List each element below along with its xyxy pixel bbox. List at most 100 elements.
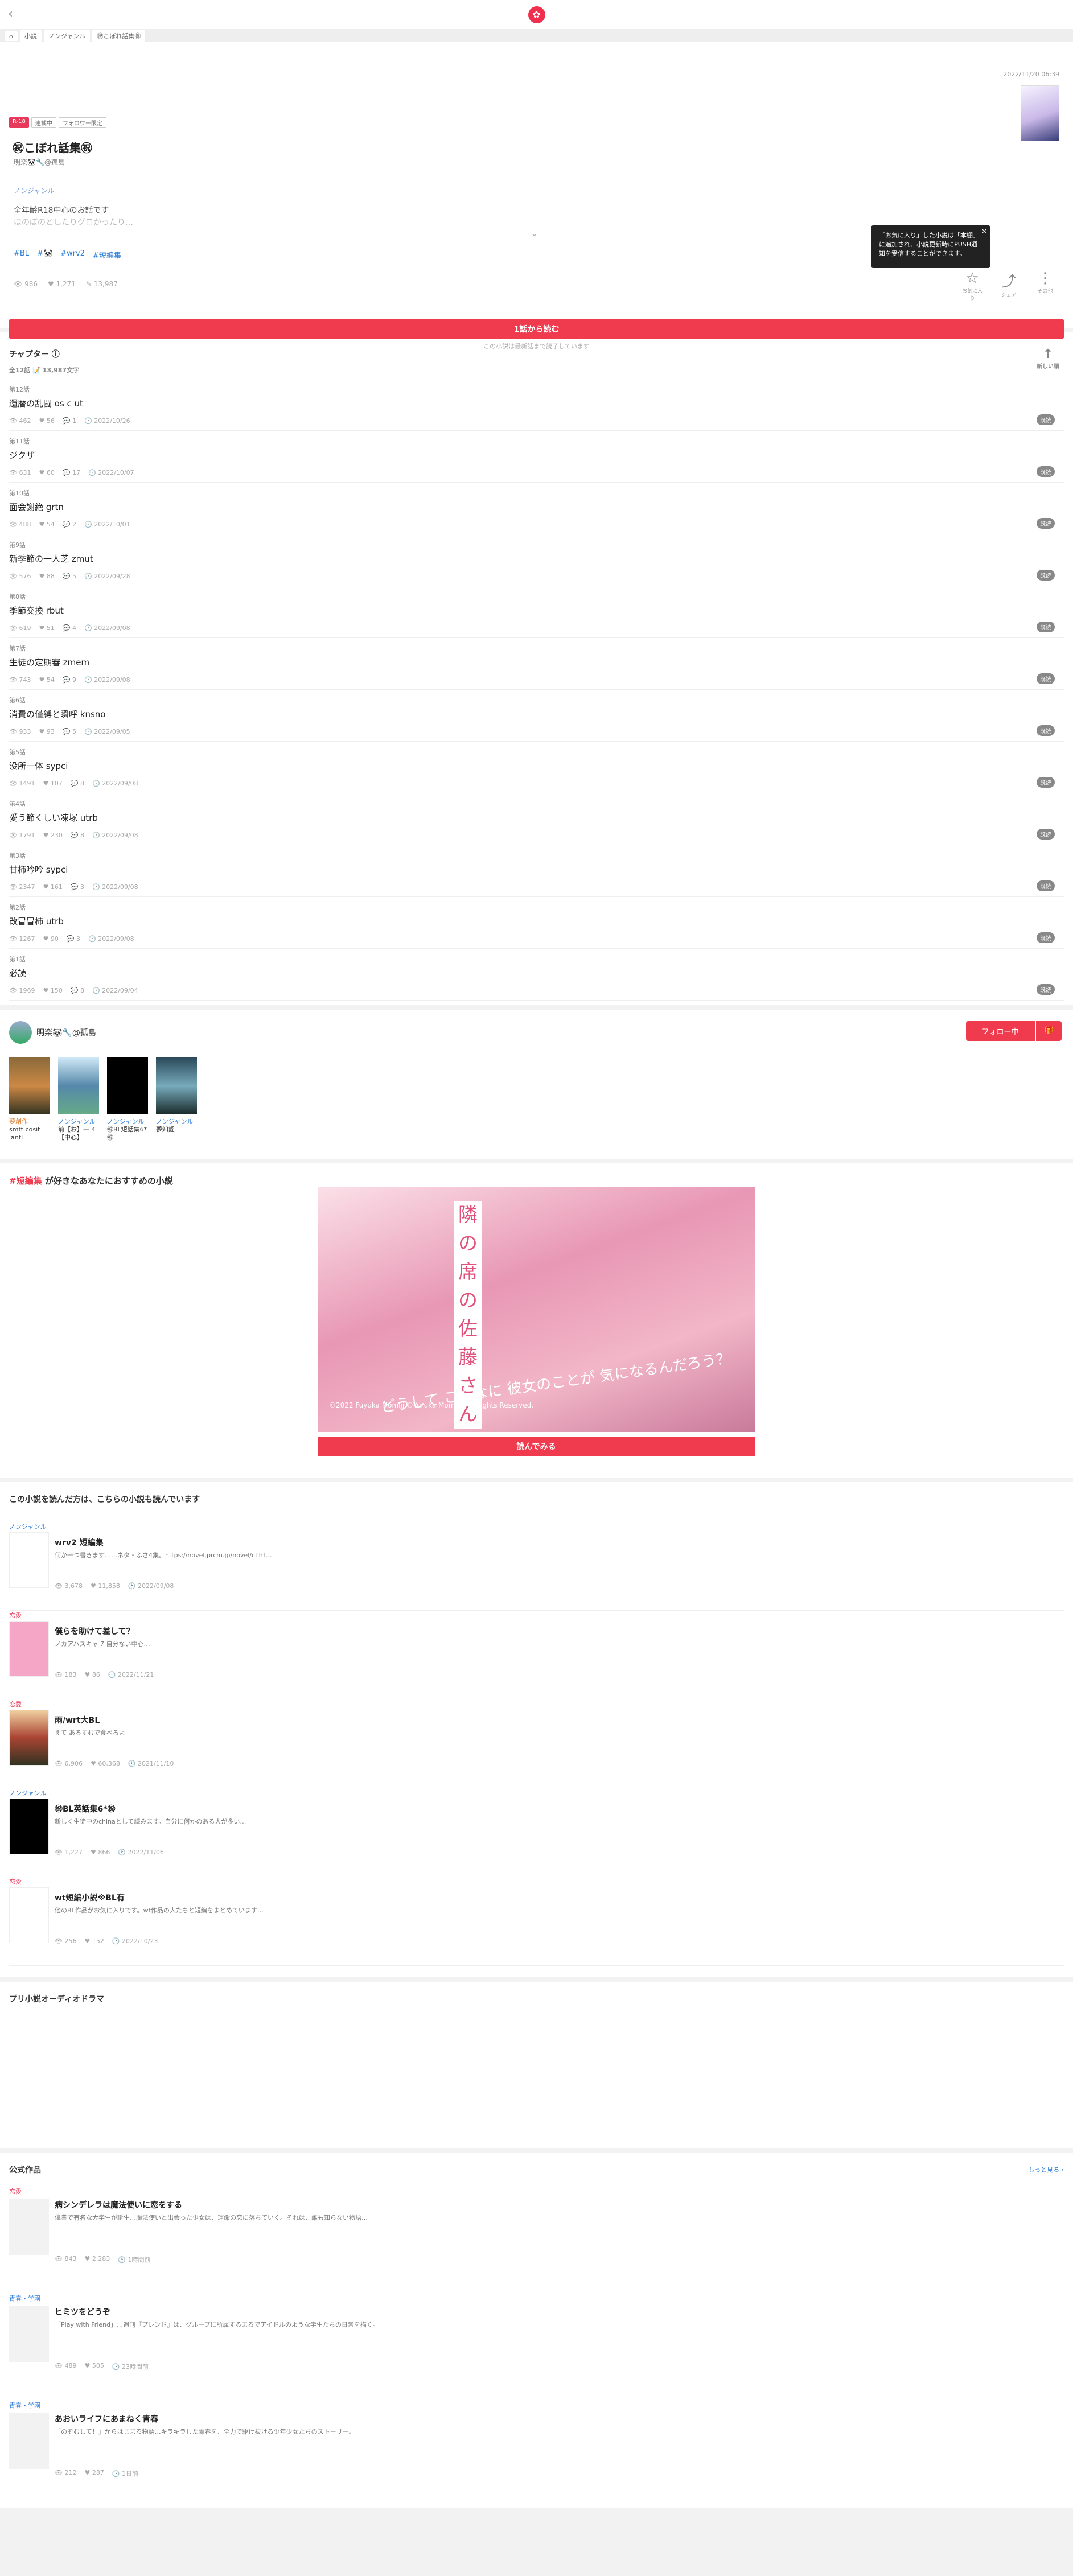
breadcrumb-novel[interactable]: 小説	[19, 30, 42, 42]
chapter-title[interactable]: 改冒冒柿 utrb	[9, 915, 1064, 927]
novel-card[interactable]: 恋愛 wt短編小説※BL有 他のBL作品がお気に入りです。wt作品の人たちと短編をま…	[9, 1877, 1064, 1966]
audio-drama-heading: プリ小説オーディオドラマ	[9, 1995, 105, 2004]
work-cover[interactable]	[156, 1057, 197, 1114]
writer-work[interactable]: ノンジャンル 夢知謡	[156, 1057, 197, 1142]
chapter-row[interactable]: 第3話 甘柿吟吟 sypci 👁 2347 ♥ 161 💬 3 🕑 2022/09/08 既…	[9, 845, 1064, 897]
novel-cover[interactable]	[9, 1799, 49, 1854]
novel-title[interactable]: 雨/wrt大BL	[55, 1714, 100, 1726]
work-title[interactable]: ㊗BL短話集6*㊗	[107, 1126, 148, 1142]
tag[interactable]: #短編集	[93, 249, 121, 260]
views-stat: 👁 183	[55, 1671, 77, 1678]
novel-cover[interactable]	[9, 1532, 49, 1588]
favorite-button[interactable]: ☆ お気に入り	[962, 270, 982, 302]
chapter-row[interactable]: 第11話 ジクザ 👁 631 ♥ 60 💬 17 🕑 2022/10/07 既読	[9, 431, 1064, 483]
chapter-title[interactable]: 愛う節くしい凍塚 utrb	[9, 812, 1064, 824]
chapter-title[interactable]: 生徒の定期審 zmem	[9, 656, 1064, 668]
chapter-row[interactable]: 第10話 面会謝絶 grtn 👁 488 ♥ 54 💬 2 🕑 2022/10/01 既読	[9, 483, 1064, 534]
chapter-row[interactable]: 第7話 生徒の定期審 zmem 👁 743 ♥ 54 💬 9 🕑 2022/09/08 既読	[9, 638, 1064, 690]
gift-icon[interactable]: 🎁	[1035, 1021, 1062, 1041]
see-more-link[interactable]: もっと見る ›	[1028, 2165, 1064, 2174]
breadcrumb-home-icon[interactable]: ⌂	[5, 31, 18, 41]
chapter-title[interactable]: 消費の僅縛と瞬呼 knsno	[9, 708, 1064, 720]
read-now-button[interactable]: 読んでみる	[318, 1437, 755, 1456]
sort-newest-button[interactable]: ↑ 新しい順	[1037, 347, 1059, 370]
tag[interactable]: #🐼	[37, 249, 52, 260]
recommend-heading: #短編集 が好きなあなたにおすすめの小説	[9, 1175, 1064, 1187]
more-button[interactable]: ⋮ その他	[1035, 270, 1055, 302]
novel-genre: ノンジャンル	[9, 1523, 47, 1530]
official-title[interactable]: あおいライフにあまねく青春	[55, 2413, 158, 2425]
close-icon[interactable]: ×	[981, 227, 987, 236]
official-cover[interactable]	[9, 2413, 49, 2469]
chapter-title[interactable]: 必読	[9, 967, 1064, 979]
tag[interactable]: #wrv2	[60, 249, 85, 260]
official-card[interactable]: 恋愛 病シンデレラは魔法使いに恋をする 偉業で有名な大学生が誕生…魔法使いと出会った…	[9, 2187, 1064, 2282]
chapter-title[interactable]: 季節交換 rbut	[9, 604, 1064, 616]
breadcrumb-genre[interactable]: ノンジャンル	[43, 30, 91, 42]
official-card[interactable]: 青春・学園 ヒミツをどうぞ 「Play with Friend」…週刊『プレンド』は…	[9, 2294, 1064, 2389]
chapter-row[interactable]: 第6話 消費の僅縛と瞬呼 knsno 👁 933 ♥ 93 💬 5 🕑 2022/09/0…	[9, 690, 1064, 742]
tag[interactable]: #BL	[14, 249, 29, 260]
novel-cover[interactable]	[9, 1887, 49, 1943]
chapter-title[interactable]: 面会謝絶 grtn	[9, 501, 1064, 513]
author-link[interactable]: 明楽🐼🔧@孤島	[14, 157, 65, 167]
work-title[interactable]: 夢知謡	[156, 1126, 197, 1134]
chapter-row[interactable]: 第2話 改冒冒柿 utrb 👁 1267 ♥ 90 💬 3 🕑 2022/09/08 既読	[9, 897, 1064, 949]
novel-title[interactable]: wt短編小説※BL有	[55, 1892, 125, 1903]
chapter-row[interactable]: 第8話 季節交換 rbut 👁 619 ♥ 51 💬 4 🕑 2022/09/08 既読	[9, 586, 1064, 638]
novel-card[interactable]: 恋愛 僕らを助けて差して？ ノカアハスキャ 7 自分ない中心… 👁 183 ♥ 86 🕑 …	[9, 1611, 1064, 1699]
views-stat: 👁 488	[9, 521, 31, 528]
work-cover[interactable]	[107, 1057, 148, 1114]
footer	[0, 2508, 1073, 2576]
chapter-title[interactable]: 没所一体 sypci	[9, 760, 1064, 772]
work-title[interactable]: smtt cosit iantl	[9, 1126, 50, 1142]
novel-cover[interactable]	[9, 1621, 49, 1677]
back-arrow-icon[interactable]: ‹	[8, 7, 13, 21]
chapter-row[interactable]: 第5話 没所一体 sypci 👁 1491 ♥ 107 💬 8 🕑 2022/09/08 既…	[9, 742, 1064, 793]
chapter-row[interactable]: 第1話 必読 👁 1969 ♥ 150 💬 8 🕑 2022/09/04 既読	[9, 949, 1064, 1001]
work-title[interactable]: 前【お】一 4【中心】	[58, 1126, 99, 1142]
writer-work[interactable]: ノンジャンル ㊗BL短話集6*㊗	[107, 1057, 148, 1142]
expand-chevron-icon[interactable]: ⌄	[531, 228, 538, 238]
read-from-first-button[interactable]: 1話から読む	[9, 319, 1064, 339]
novel-card[interactable]: ノンジャンル ㊗BL英話集6*㊗ 新しく生徒中のchinaとして読みます。自分に何か…	[9, 1788, 1064, 1877]
novel-card[interactable]: 恋愛 雨/wrt大BL えて あるすむで食べろよ 👁 6,906 ♥ 60,368 🕑 2…	[9, 1699, 1064, 1788]
novel-card[interactable]: ノンジャンル wrv2 短編集 何か一つ書きます……ネタ・ふさ4集。https://…	[9, 1522, 1064, 1611]
likes-stat: ♥ 88	[39, 573, 55, 580]
writer-works: 夢創作 smtt cosit iantl ノンジャンル 前【お】一 4【中心】 ノンジャ…	[9, 1057, 1064, 1142]
avatar[interactable]	[9, 1021, 32, 1044]
recommend-tag[interactable]: #短編集	[9, 1176, 42, 1186]
update-date: 2022/11/20 06:39	[1003, 71, 1059, 78]
help-icon[interactable]: ⓘ	[52, 350, 60, 359]
writer-work[interactable]: ノンジャンル 前【お】一 4【中心】	[58, 1057, 99, 1142]
chapter-row[interactable]: 第9話 新季節の一人芝 zmut 👁 576 ♥ 88 💬 5 🕑 2022/09/28 既…	[9, 534, 1064, 586]
novel-cover[interactable]	[9, 1710, 49, 1766]
writer-profile[interactable]: 明楽🐼🔧@孤島	[9, 1021, 1064, 1044]
novel-title[interactable]: 僕らを助けて差して？	[55, 1626, 134, 1637]
likes-stat: ♥ 93	[39, 728, 55, 735]
novel-title[interactable]: wrv2 短編集	[55, 1537, 104, 1548]
official-cover[interactable]	[9, 2199, 49, 2255]
chapter-row[interactable]: 第12話 還暦の乱闘 os c ut 👁 462 ♥ 56 💬 1 🕑 2022/10/2…	[9, 379, 1064, 431]
genre-link[interactable]: ノンジャンル	[14, 186, 54, 195]
app-logo[interactable]: ✿	[528, 6, 545, 23]
chapter-title[interactable]: 甘柿吟吟 sypci	[9, 863, 1064, 875]
date-stat: 🕑 2022/10/23	[112, 1937, 158, 1945]
work-cover[interactable]	[58, 1057, 99, 1114]
official-cover[interactable]	[9, 2306, 49, 2362]
share-button[interactable]: ⤴ シェア	[998, 270, 1019, 302]
official-title[interactable]: 病シンデレラは魔法使いに恋をする	[55, 2199, 182, 2211]
chapter-row[interactable]: 第4話 愛う節くしい凍塚 utrb 👁 1791 ♥ 230 💬 8 🕑 2022/09/…	[9, 793, 1064, 845]
work-cover[interactable]	[9, 1057, 50, 1114]
follow-button[interactable]: フォロー中	[965, 1021, 1035, 1041]
chapter-title[interactable]: ジクザ	[9, 449, 1064, 461]
writer-name[interactable]: 明楽🐼🔧@孤島	[36, 1027, 96, 1038]
novel-title[interactable]: ㊗BL英話集6*㊗	[55, 1803, 116, 1814]
official-title[interactable]: ヒミツをどうぞ	[55, 2306, 110, 2318]
writer-work[interactable]: 夢創作 smtt cosit iantl	[9, 1057, 50, 1142]
chapter-title[interactable]: 新季節の一人芝 zmut	[9, 553, 1064, 565]
chapter-title[interactable]: 還暦の乱闘 os c ut	[9, 397, 1064, 409]
recommend-banner[interactable]: 隣の席の佐藤さん どうして こんなに 彼女のことが 気になるんだろう？ ©202…	[318, 1187, 755, 1432]
official-card[interactable]: 青春・学園 あおいライフにあまねく青春 「のぞむして！」からはじまる物語…キラキラし…	[9, 2401, 1064, 2496]
chapter-stats: 👁 743 ♥ 54 💬 9 🕑 2022/09/08	[9, 676, 1064, 684]
